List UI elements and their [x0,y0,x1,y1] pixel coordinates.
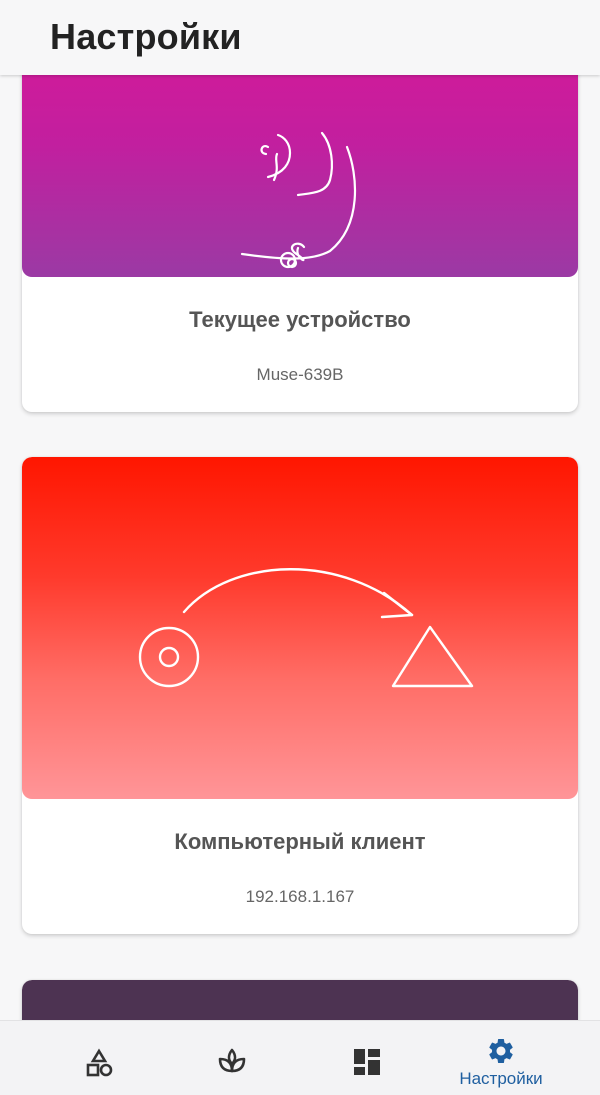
card-title: Текущее устройство [189,307,411,332]
arrow-arc [182,568,414,617]
sprout-icon [218,1048,246,1073]
headband-illustration [240,131,357,269]
settings-list[interactable]: Текущее устройство Muse-639B Компьютерны… [0,75,600,1020]
app-header: Настройки [0,0,600,75]
card-title: Компьютерный клиент [174,829,426,854]
target-triangle-icon [391,625,474,688]
nav-item-settings[interactable]: Настройки [426,1021,576,1095]
bottom-navigation: Настройки [0,1020,600,1095]
nav-item-sprout[interactable] [158,1021,308,1095]
client-banner [22,457,578,799]
nav-item-shapes[interactable] [24,1021,174,1095]
device-banner [22,75,578,277]
client-ip: 192.168.1.167 [245,887,355,906]
third-card[interactable] [22,980,578,1020]
device-name: Muse-639B [256,365,344,384]
page-title: Настройки [50,16,242,57]
third-card-banner [22,980,578,1020]
dashboard-icon [354,1049,380,1075]
computer-client-card[interactable]: Компьютерный клиент 192.168.1.167 [22,457,578,934]
current-device-card[interactable]: Текущее устройство Muse-639B [22,75,578,412]
nav-label-settings: Настройки [459,1069,543,1088]
nav-item-dashboard[interactable] [292,1021,442,1095]
connection-illustration [138,568,474,688]
source-circle-icon [138,626,200,688]
shapes-icon [86,1048,113,1077]
gear-icon [489,1039,513,1063]
